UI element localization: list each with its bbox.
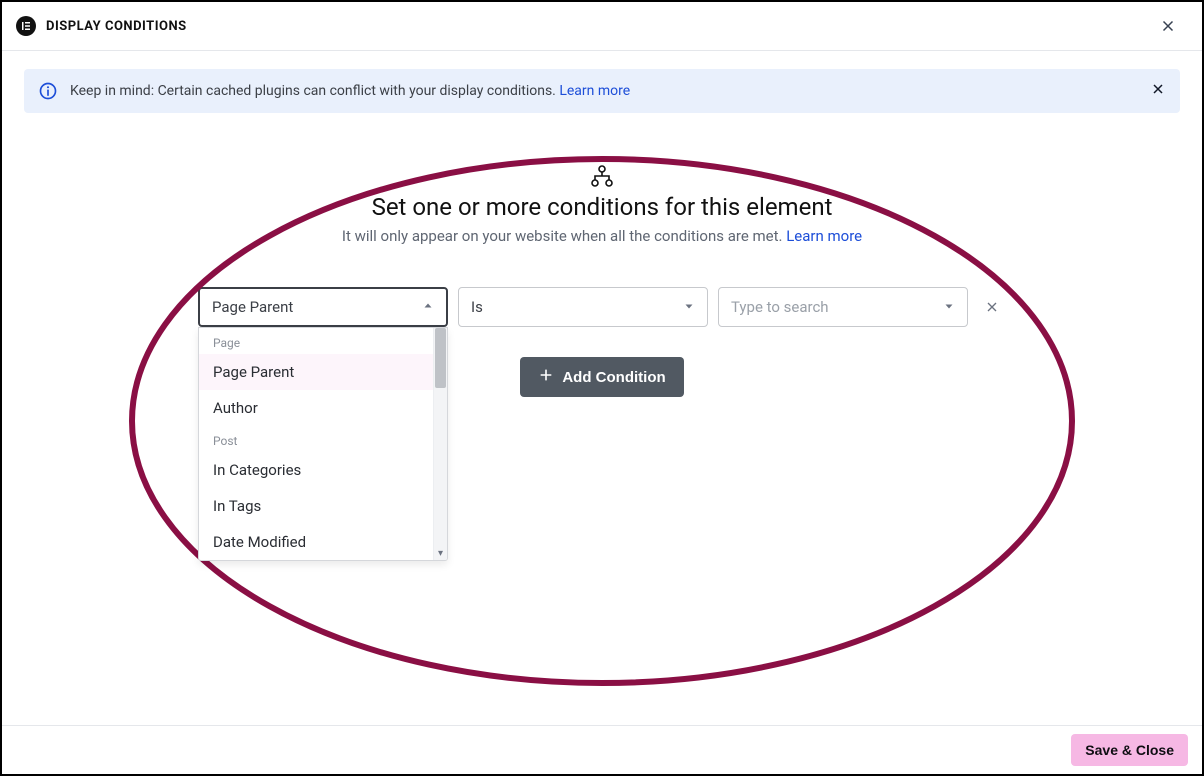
condition-type-value: Page Parent [212,298,293,316]
elementor-logo [16,16,36,36]
condition-type-select[interactable]: Page Parent PagePage ParentAuthorPostIn … [198,287,448,327]
dropdown-group-label: Post [199,426,433,452]
remove-condition-button[interactable] [978,293,1006,321]
condition-row: Page Parent PagePage ParentAuthorPostIn … [198,287,1006,327]
modal-title: DISPLAY CONDITIONS [46,19,187,34]
alert-learn-more-link[interactable]: Learn more [559,83,630,99]
add-condition-button[interactable]: Add Condition [520,357,683,397]
info-icon [38,81,58,101]
info-alert: Keep in mind: Certain cached plugins can… [24,69,1180,113]
condition-operator-select[interactable]: Is [458,287,708,327]
dropdown-item[interactable]: In Tags [199,488,433,524]
save-close-button[interactable]: Save & Close [1071,734,1188,766]
add-condition-label: Add Condition [562,369,665,386]
dropdown-item[interactable]: In Categories [199,452,433,488]
condition-value-search[interactable]: Type to search [718,287,968,327]
page-title: Set one or more conditions for this elem… [372,193,833,221]
chevron-up-icon [422,298,434,316]
dropdown-item[interactable]: Author [199,390,433,426]
plus-icon [538,367,554,387]
subtitle-text: It will only appear on your website when… [342,227,786,245]
hierarchy-icon [589,165,615,187]
dropdown-item[interactable]: Date Modified [199,524,433,560]
main-content: Set one or more conditions for this elem… [2,113,1202,725]
modal-header: DISPLAY CONDITIONS [2,2,1202,51]
condition-operator-value: Is [471,298,483,316]
dropdown-group-label: Page [199,328,433,354]
scroll-down-icon[interactable]: ▾ [434,546,447,560]
search-placeholder: Type to search [731,298,829,316]
condition-type-dropdown: PagePage ParentAuthorPostIn CategoriesIn… [198,327,448,561]
dropdown-scrollbar[interactable]: ▾ [433,328,447,560]
alert-close-button[interactable] [1150,81,1166,101]
page-subtitle: It will only appear on your website when… [342,227,862,245]
chevron-down-icon [943,298,955,316]
dropdown-item[interactable]: Page Parent [199,354,433,390]
modal-footer: Save & Close [2,725,1202,774]
chevron-down-icon [683,298,695,316]
scrollbar-thumb[interactable] [435,328,446,388]
close-modal-button[interactable] [1154,12,1182,40]
alert-text: Keep in mind: Certain cached plugins can… [70,83,630,99]
subtitle-learn-more-link[interactable]: Learn more [786,227,862,245]
alert-message: Keep in mind: Certain cached plugins can… [70,83,559,99]
